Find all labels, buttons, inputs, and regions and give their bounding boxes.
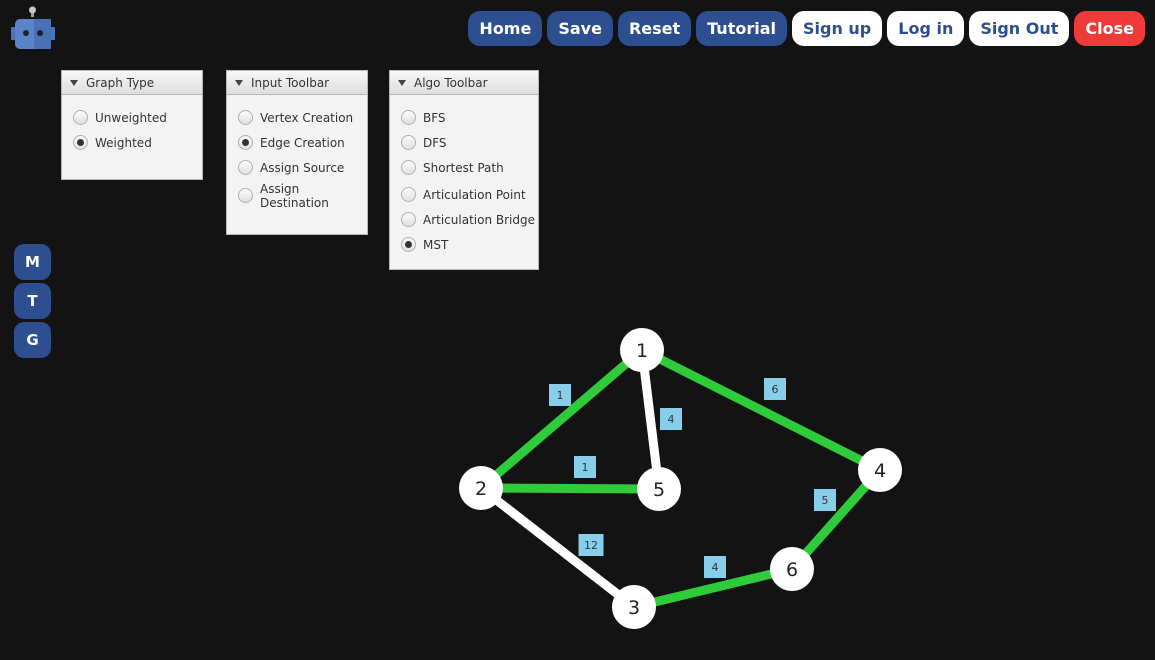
edge-2-5[interactable] — [480, 483, 660, 494]
edge-weight-text: 6 — [772, 383, 779, 396]
vertex-5[interactable]: 5 — [637, 467, 681, 511]
edge-weight-label-3-6: 4 — [704, 556, 726, 578]
edge-weight-label-6-4: 5 — [814, 489, 836, 511]
vertex-label: 3 — [628, 597, 640, 619]
edge-2-3[interactable] — [478, 484, 637, 611]
edge-weight-label-1-4: 6 — [764, 378, 786, 400]
edge-1-2[interactable] — [478, 346, 645, 492]
edge-weight-text: 1 — [557, 389, 564, 402]
vertex-3[interactable]: 3 — [612, 585, 656, 629]
vertex-1[interactable]: 1 — [620, 328, 664, 372]
edge-weight-label-1-5: 4 — [660, 408, 682, 430]
vertex-label: 6 — [786, 559, 798, 581]
vertex-6[interactable]: 6 — [770, 547, 814, 591]
edge-weight-text: 4 — [668, 413, 675, 426]
vertex-label: 1 — [636, 340, 648, 362]
edge-weight-label-1-2: 1 — [549, 384, 571, 406]
vertex-label: 5 — [653, 479, 665, 501]
vertex-label: 4 — [874, 460, 886, 482]
graph-canvas[interactable]: 14611245123456 — [0, 0, 1155, 660]
edge-weight-label-2-3: 12 — [578, 534, 604, 556]
vertex-2[interactable]: 2 — [459, 466, 503, 510]
edge-weight-text: 1 — [582, 461, 589, 474]
edge-weight-text: 5 — [822, 494, 829, 507]
vertex-4[interactable]: 4 — [858, 448, 902, 492]
edge-weight-text: 12 — [584, 539, 598, 552]
edge-weight-text: 4 — [712, 561, 719, 574]
vertex-label: 2 — [475, 478, 487, 500]
edge-weight-label-2-5: 1 — [574, 456, 596, 478]
